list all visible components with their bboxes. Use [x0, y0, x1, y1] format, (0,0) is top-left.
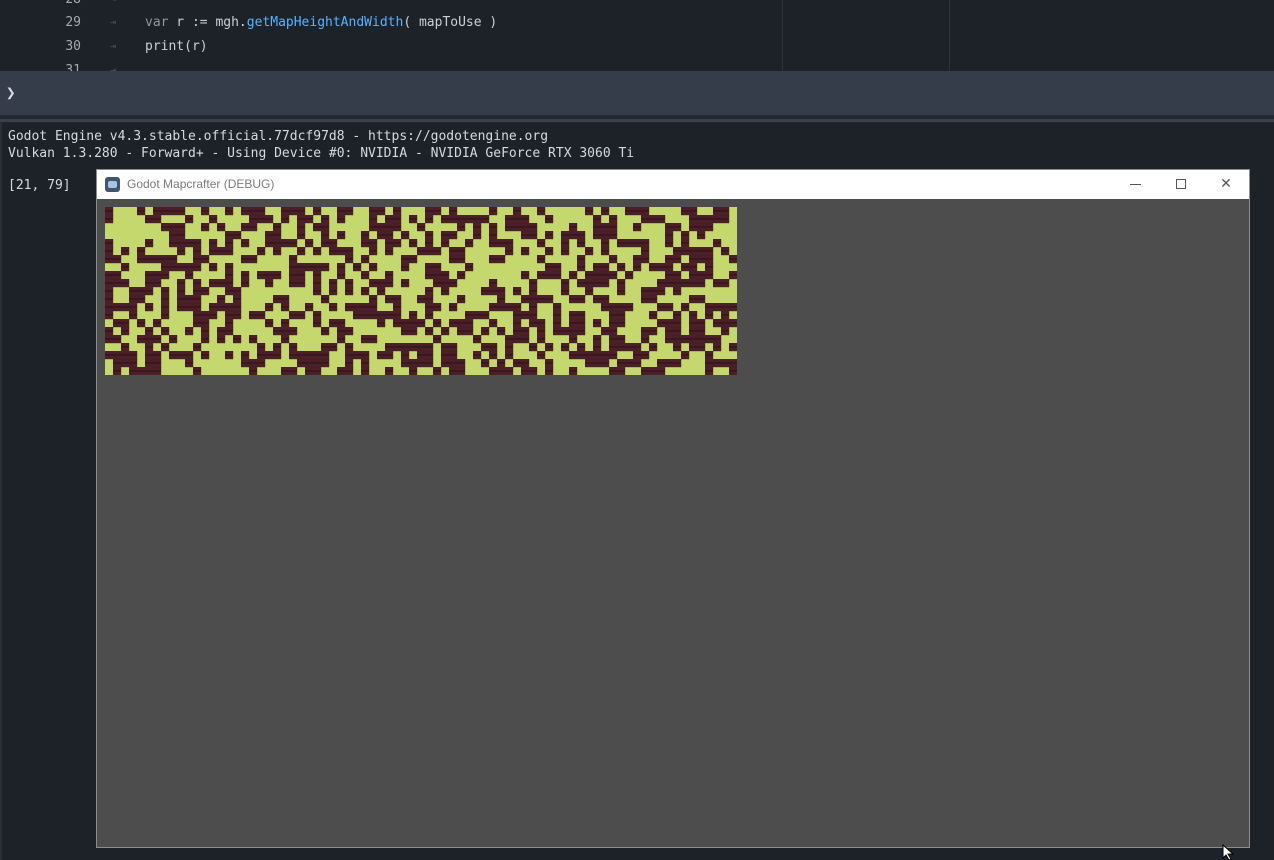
tab-indent-icon: ⇥	[110, 65, 117, 71]
panel-splitter[interactable]	[0, 115, 1274, 123]
minimize-button[interactable]	[1112, 170, 1158, 199]
tab-indent-icon: ⇥	[110, 17, 117, 28]
code-line-29[interactable]: 29 ⇥ var r := mgh.getMapHeightAndWidth( …	[0, 11, 782, 35]
line-number: 31	[65, 63, 81, 71]
code-text: var r := mgh.getMapHeightAndWidth( mapTo…	[145, 15, 498, 30]
output-line: Vulkan 1.3.280 - Forward+ - Using Device…	[8, 146, 635, 161]
editor-guide	[782, 0, 783, 71]
window-titlebar[interactable]: Godot Mapcrafter (DEBUG) ✕	[97, 170, 1249, 199]
code-text: print(r)	[145, 39, 208, 54]
maximize-icon	[1176, 179, 1186, 189]
code-line-31[interactable]: 31 ⇥	[0, 59, 782, 71]
tab-indent-icon: ⇥	[110, 41, 117, 52]
output-line: [21, 79]	[8, 178, 71, 193]
mouse-cursor-icon	[1222, 844, 1235, 860]
game-window[interactable]: Godot Mapcrafter (DEBUG) ✕	[96, 169, 1250, 848]
tile-map	[105, 207, 737, 375]
editor-guide	[949, 0, 950, 71]
window-title: Godot Mapcrafter (DEBUG)	[127, 177, 275, 191]
code-line-30[interactable]: 30 ⇥ print(r)	[0, 35, 782, 59]
close-icon: ✕	[1220, 176, 1232, 192]
godot-app-icon	[105, 177, 120, 192]
maximize-button[interactable]	[1158, 170, 1204, 199]
close-button[interactable]: ✕	[1203, 170, 1249, 199]
prompt-chevron-icon: ❯	[6, 83, 16, 102]
line-number: 30	[65, 39, 81, 54]
expression-input[interactable]: ❯	[0, 71, 1274, 115]
script-editor[interactable]: 28 ⇥ 29 ⇥ var r := mgh.getMapHeightAndWi…	[0, 0, 1274, 71]
minimize-icon	[1129, 183, 1141, 185]
line-number: 29	[65, 15, 81, 30]
output-line: Godot Engine v4.3.stable.official.77dcf9…	[8, 129, 549, 144]
